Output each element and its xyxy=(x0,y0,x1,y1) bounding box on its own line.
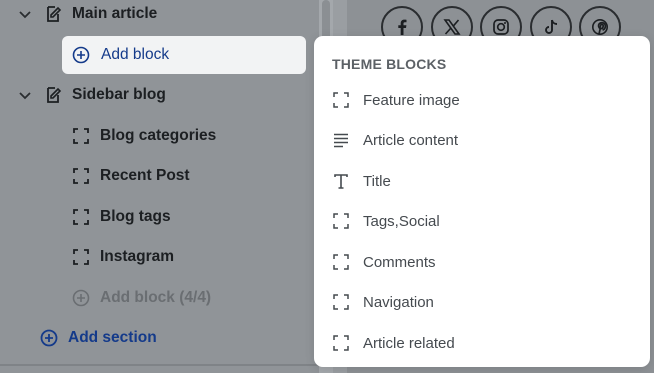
plus-circle-icon xyxy=(72,46,90,64)
add-block-label: Add block xyxy=(101,46,170,63)
theme-blocks-popover: THEME BLOCKS Feature image Article conte… xyxy=(314,36,650,367)
tree-group-label: Sidebar blog xyxy=(72,86,166,103)
block-option-label: Feature image xyxy=(363,91,460,109)
add-block-limit-label: Add block (4/4) xyxy=(100,289,212,306)
tree-bottom-divider xyxy=(0,364,319,366)
block-option-title[interactable]: Title xyxy=(332,166,632,196)
chevron-down-icon[interactable] xyxy=(18,88,32,102)
dashed-square-icon xyxy=(332,91,350,109)
add-block-button[interactable]: Add block xyxy=(62,36,306,74)
dashed-square-icon xyxy=(72,208,90,226)
dashed-square-icon xyxy=(72,167,90,185)
add-section-button[interactable]: Add section xyxy=(40,326,157,350)
tree-item-label: Instagram xyxy=(100,248,175,265)
dashed-square-icon xyxy=(72,248,90,266)
dashed-square-icon xyxy=(332,253,350,271)
block-option-tags-social[interactable]: Tags,Social xyxy=(332,206,632,236)
chevron-down-icon[interactable] xyxy=(18,7,32,21)
tree-item-instagram[interactable]: Instagram xyxy=(72,245,174,269)
plus-circle-icon xyxy=(40,329,58,347)
popover-title: THEME BLOCKS xyxy=(332,56,447,72)
block-option-feature-image[interactable]: Feature image xyxy=(332,85,632,115)
block-option-navigation[interactable]: Navigation xyxy=(332,287,632,317)
add-block-limit-button: Add block (4/4) xyxy=(72,286,211,310)
document-edit-icon xyxy=(44,86,62,104)
add-section-label: Add section xyxy=(68,329,157,346)
tree-item-blog-categories[interactable]: Blog categories xyxy=(72,124,216,148)
document-edit-icon xyxy=(44,5,62,23)
tree-group-label: Main article xyxy=(72,5,158,22)
tree-item-label: Blog tags xyxy=(100,208,171,225)
tree-item-label: Recent Post xyxy=(100,167,190,184)
tree-item-recent-post[interactable]: Recent Post xyxy=(72,164,190,188)
block-option-label: Title xyxy=(363,172,391,190)
tree-item-label: Blog categories xyxy=(100,127,217,144)
block-option-label: Article content xyxy=(363,131,459,149)
plus-circle-icon xyxy=(72,289,90,307)
block-option-article-related[interactable]: Article related xyxy=(332,328,632,358)
tree-group-sidebar-blog[interactable]: Sidebar blog xyxy=(18,83,166,107)
block-option-comments[interactable]: Comments xyxy=(332,247,632,277)
block-option-label: Comments xyxy=(363,253,436,271)
dashed-square-icon xyxy=(72,127,90,145)
dashed-square-icon xyxy=(332,293,350,311)
text-lines-icon xyxy=(332,131,350,149)
tree-item-blog-tags[interactable]: Blog tags xyxy=(72,205,171,229)
block-option-label: Tags,Social xyxy=(363,212,440,230)
block-option-article-content[interactable]: Article content xyxy=(332,125,632,155)
tree-group-main-article[interactable]: Main article xyxy=(18,2,157,26)
block-option-label: Article related xyxy=(363,334,455,352)
dashed-square-icon xyxy=(332,334,350,352)
title-t-icon xyxy=(332,172,350,190)
dashed-square-icon xyxy=(332,212,350,230)
block-option-label: Navigation xyxy=(363,293,434,311)
